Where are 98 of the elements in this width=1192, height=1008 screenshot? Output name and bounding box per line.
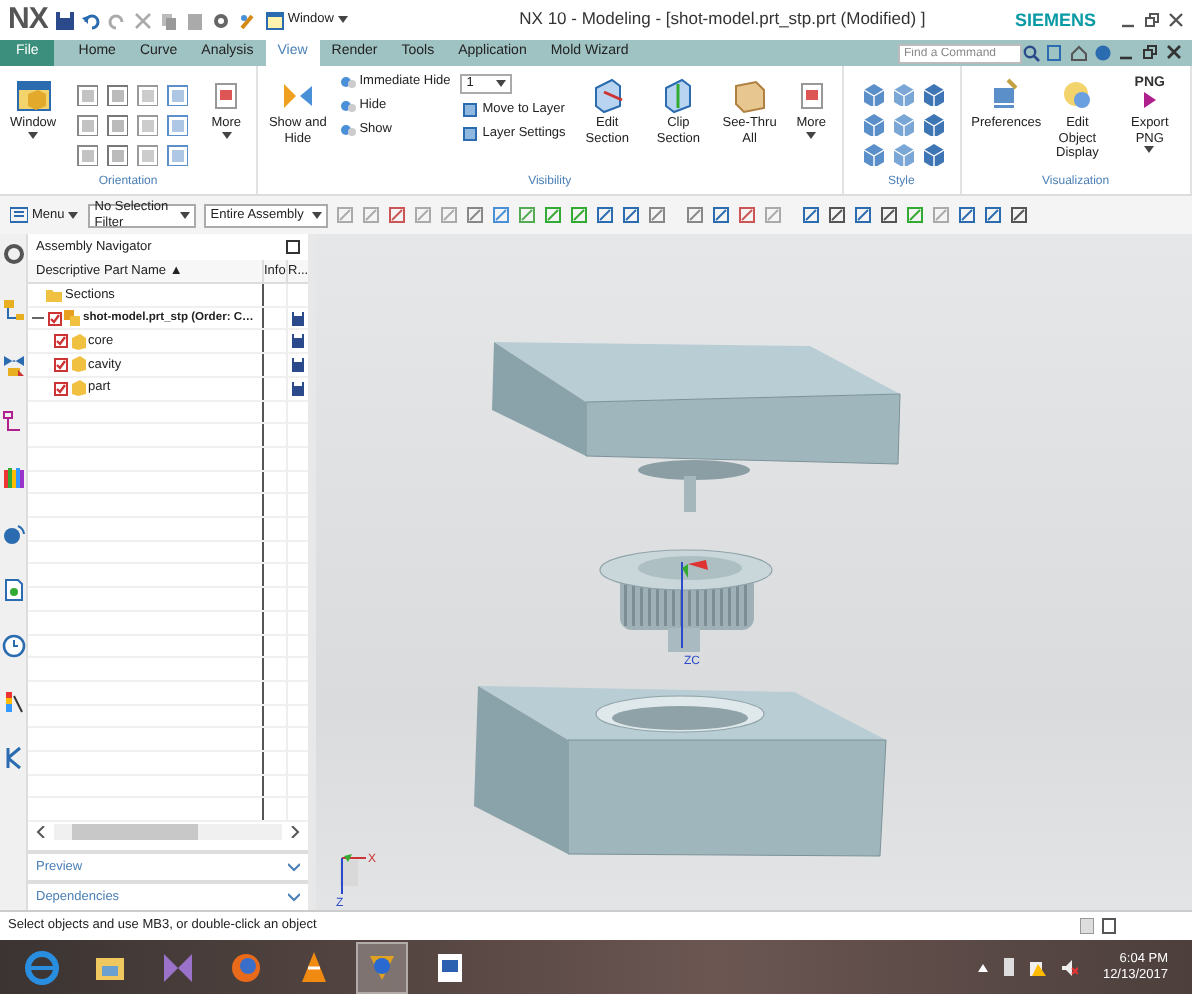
search-icon[interactable] <box>1022 44 1040 62</box>
view-cube-icon[interactable] <box>74 142 99 166</box>
view-cube-icon[interactable] <box>164 142 189 166</box>
shaded-cube-icon[interactable] <box>859 112 884 136</box>
axis-triad-icon <box>340 854 367 895</box>
checkbox[interactable] <box>47 311 61 326</box>
eye-icon <box>339 98 356 114</box>
settings-icon[interactable] <box>1 242 25 266</box>
toolbar-tool-icon[interactable] <box>622 206 641 224</box>
view-cube-icon[interactable] <box>74 82 99 106</box>
redo-icon[interactable] <box>107 11 126 29</box>
caret-icon <box>312 211 323 219</box>
part-tree-icon[interactable] <box>1 410 25 434</box>
toolbar-tool-icon[interactable] <box>880 206 899 224</box>
shaded-cube-icon[interactable] <box>889 82 914 106</box>
shaded-cube-icon[interactable] <box>859 142 884 166</box>
see-thru-icon <box>729 76 770 116</box>
close-icon[interactable] <box>1166 44 1184 62</box>
view-cube-icon[interactable] <box>134 82 159 106</box>
toolbar-tool-icon[interactable] <box>958 206 977 224</box>
restore-icon[interactable] <box>1144 12 1160 28</box>
scroll-left-icon[interactable] <box>36 826 46 838</box>
toolbar-tool-icon[interactable] <box>492 206 511 224</box>
toolbar-tool-icon[interactable] <box>712 206 731 224</box>
save-icon <box>292 357 304 372</box>
shaded-cube-icon[interactable] <box>859 82 884 106</box>
network-warning-icon[interactable] <box>1030 958 1047 976</box>
pin-icon[interactable] <box>286 240 300 254</box>
home-icon[interactable] <box>1070 44 1088 62</box>
window-title: NX 10 - Modeling - [shot-model.prt_stp.prt (Modified) ] <box>517 10 928 30</box>
eye-icon <box>339 122 356 138</box>
view-cube-icon[interactable] <box>104 142 129 166</box>
toolbar-tool-icon[interactable] <box>388 206 407 224</box>
tray-device-icon[interactable] <box>1004 958 1015 976</box>
toolbar-tool-icon[interactable] <box>466 206 485 224</box>
view-cube-icon[interactable] <box>164 82 189 106</box>
eye-icon <box>339 74 356 90</box>
assembly-tree-icon[interactable] <box>1 298 25 322</box>
caret-icon <box>496 80 507 88</box>
close-icon[interactable] <box>1168 12 1184 28</box>
play-icon <box>1143 92 1156 108</box>
view-cube-icon[interactable] <box>134 142 159 166</box>
color-bar-icon[interactable] <box>1 690 25 714</box>
view-cube-icon[interactable] <box>74 112 99 136</box>
paste-icon[interactable] <box>185 11 204 29</box>
checkbox[interactable] <box>54 381 68 396</box>
scrollbar-thumb[interactable] <box>72 824 198 840</box>
clock-icon[interactable] <box>1 634 25 658</box>
save-icon <box>292 334 304 349</box>
window-icon <box>265 11 284 29</box>
copy-icon[interactable] <box>159 11 178 29</box>
menu-icon <box>10 206 28 224</box>
view-cube-icon[interactable] <box>104 82 129 106</box>
info-icon[interactable] <box>1 522 25 546</box>
toolbar-tool-icon[interactable] <box>828 206 847 224</box>
app-logo: NX <box>8 2 48 38</box>
resource-icon[interactable] <box>1046 44 1064 62</box>
brand-logo: SIEMENS <box>1014 9 1096 31</box>
undo-icon[interactable] <box>81 11 100 29</box>
window-icon <box>13 76 54 116</box>
caret-icon <box>180 211 191 219</box>
caret-icon <box>337 16 348 24</box>
browser-icon <box>22 947 62 987</box>
view-cube-icon[interactable] <box>134 112 159 136</box>
view-cube-icon[interactable] <box>164 112 189 136</box>
shaded-cube-icon[interactable] <box>919 142 944 166</box>
save-icon <box>292 311 304 326</box>
scroll-right-icon[interactable] <box>290 826 300 838</box>
help-icon[interactable] <box>1094 44 1112 62</box>
save-icon[interactable] <box>55 11 74 29</box>
toolbar-tool-icon[interactable] <box>686 206 705 224</box>
part-drawing[interactable] <box>599 549 773 652</box>
tray-arrow-icon[interactable] <box>978 963 989 971</box>
shaded-cube-icon[interactable] <box>889 142 914 166</box>
assembly-icon <box>64 310 80 327</box>
toolbar-tool-icon[interactable] <box>802 206 821 224</box>
list-icon[interactable] <box>1102 918 1116 934</box>
document-icon[interactable] <box>1 578 25 602</box>
shaded-cube-icon[interactable] <box>919 82 944 106</box>
caret-icon <box>68 211 79 219</box>
shaded-cube-icon[interactable] <box>889 112 914 136</box>
toolbar-tool-icon[interactable] <box>648 206 667 224</box>
checkbox[interactable] <box>54 357 68 372</box>
collapse-icon[interactable] <box>32 312 44 325</box>
view-cube-icon[interactable] <box>104 112 129 136</box>
toolbar-tool-icon[interactable] <box>596 206 615 224</box>
checkbox[interactable] <box>54 334 68 349</box>
shaded-cube-icon[interactable] <box>919 112 944 136</box>
cut-icon[interactable] <box>133 11 152 29</box>
restore-icon[interactable] <box>1142 44 1160 62</box>
zc-axis-drawing[interactable] <box>681 561 688 649</box>
toolbar-tool-icon[interactable] <box>854 206 873 224</box>
save-icon <box>292 381 304 396</box>
speaker-muted-icon[interactable] <box>1062 959 1079 975</box>
toolbar-tool-icon[interactable] <box>738 206 757 224</box>
toolbar-tool-icon[interactable] <box>984 206 1003 224</box>
books-icon[interactable] <box>1 466 25 490</box>
toolbar-tool-icon[interactable] <box>1010 206 1029 224</box>
